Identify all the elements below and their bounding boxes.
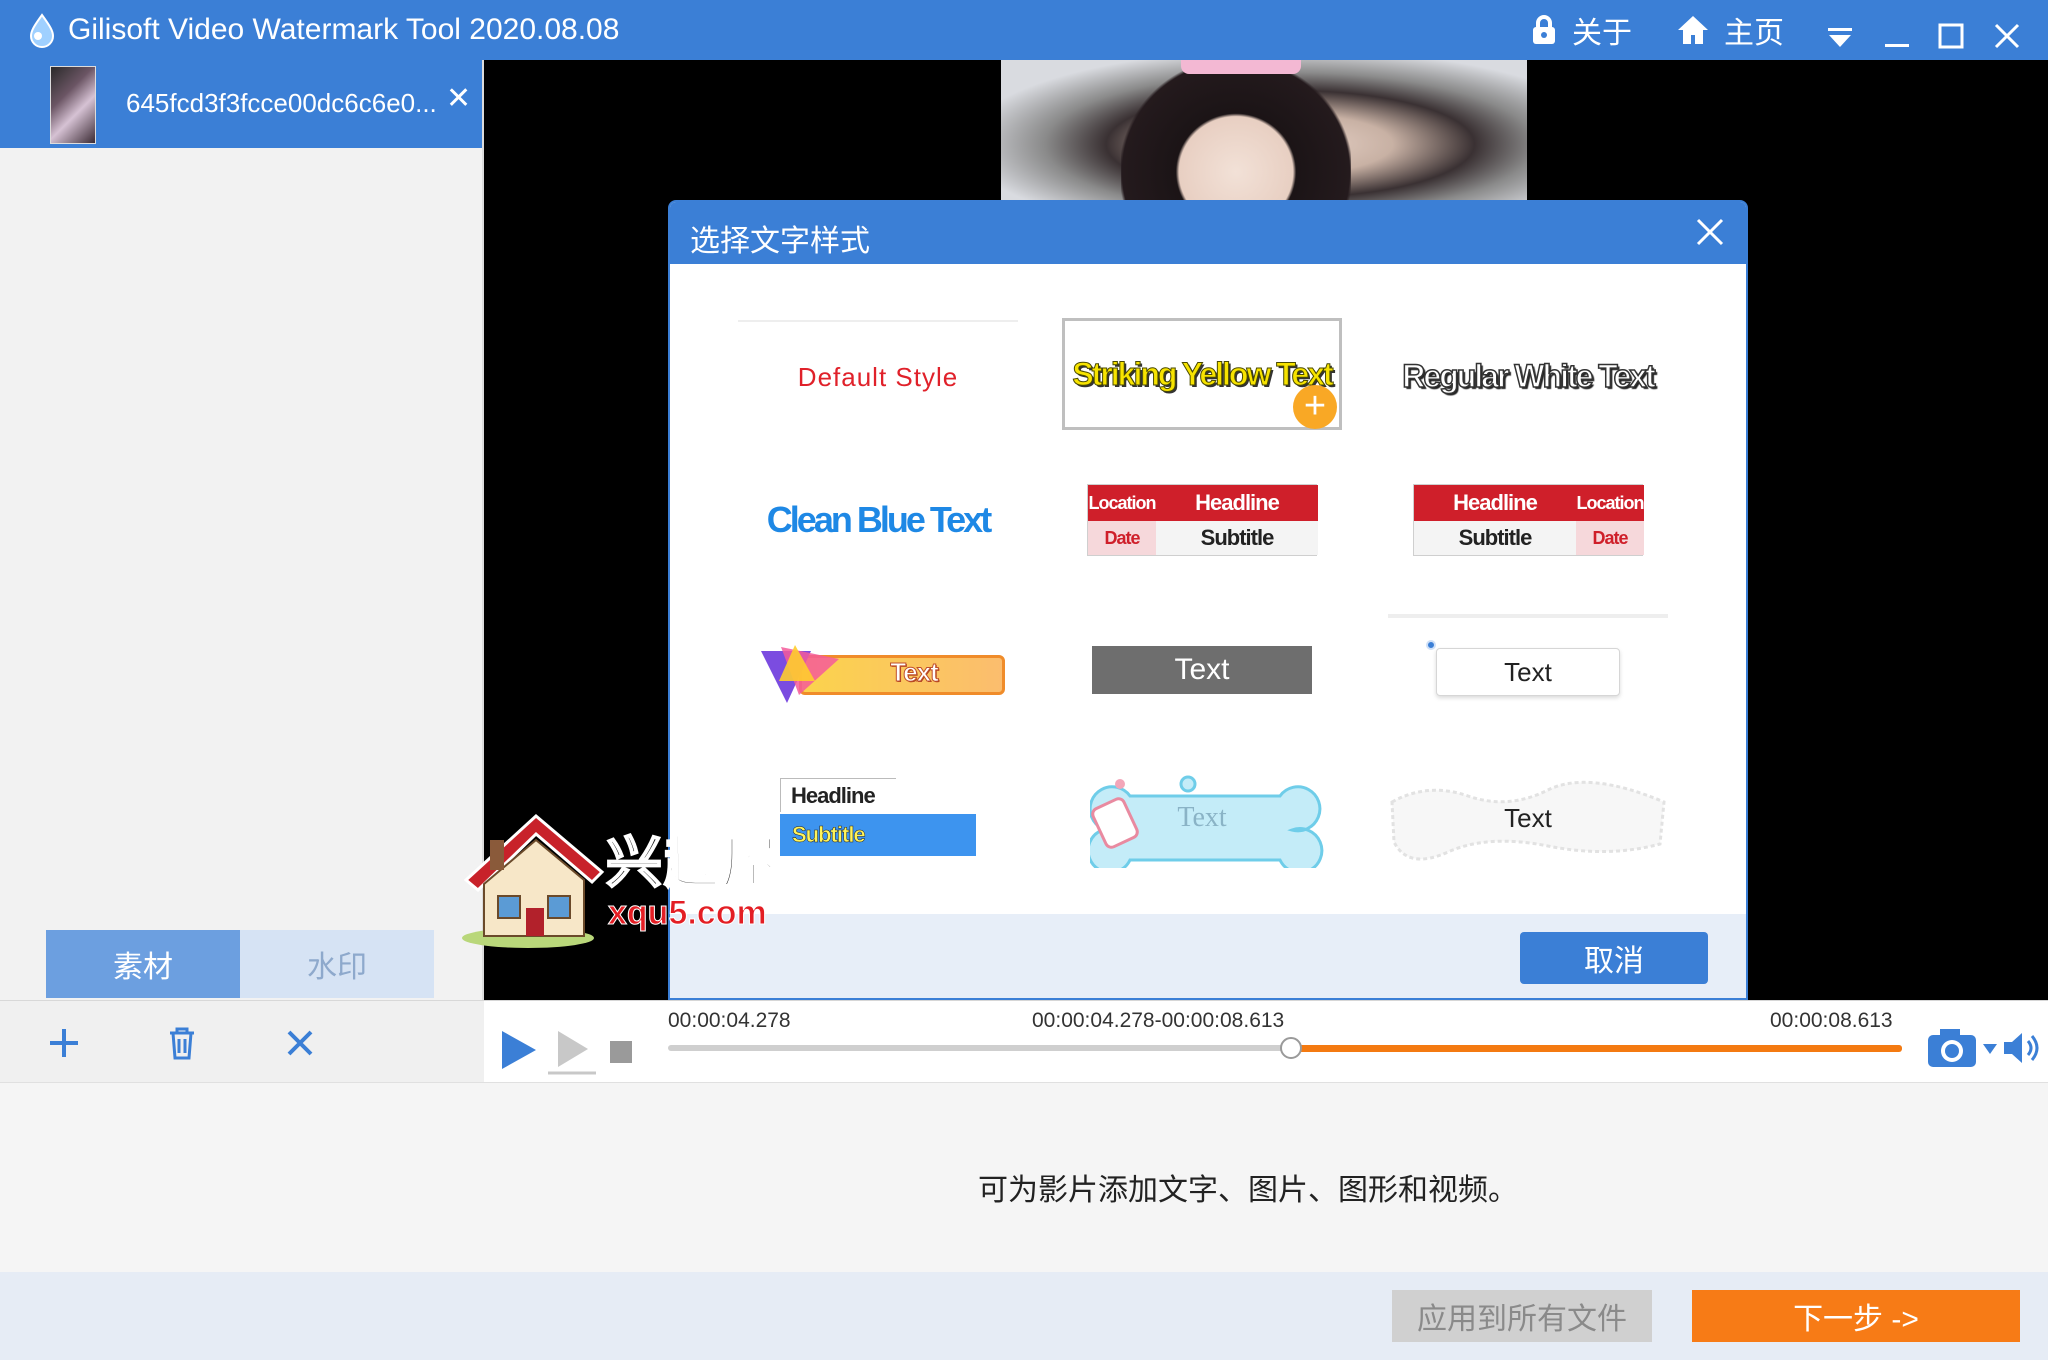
lock-icon bbox=[1533, 15, 1555, 44]
timeline-bar: 00:00:04.278 00:00:04.278-00:00:08.613 0… bbox=[484, 1000, 2048, 1082]
site-watermark-logo: 兴趣屋 xqu5.com bbox=[456, 810, 796, 950]
footer-bar: 应用到所有文件 下一步 -> bbox=[0, 1272, 2048, 1360]
lower-b-location: Location bbox=[1576, 485, 1645, 521]
style-bone[interactable]: Text bbox=[1062, 762, 1342, 874]
tab-materials[interactable]: 素材 bbox=[46, 930, 240, 998]
style-striking-yellow[interactable]: Striking Yellow Text + bbox=[1062, 318, 1342, 430]
play-icon[interactable] bbox=[498, 1029, 538, 1071]
lower-b-date: Date bbox=[1576, 521, 1644, 555]
home-button[interactable]: 主页 bbox=[1676, 10, 1784, 50]
style-regular-white[interactable]: Regular White Text bbox=[1388, 320, 1668, 432]
style-gradient-banner[interactable]: Text bbox=[738, 614, 1028, 726]
camera-dropdown-icon[interactable] bbox=[1982, 1043, 1998, 1055]
lower-b-headline: Headline bbox=[1414, 485, 1576, 521]
window-title: Gilisoft Video Watermark Tool 2020.08.08 bbox=[68, 13, 620, 46]
style-yellow-label: Striking Yellow Text bbox=[1072, 355, 1334, 392]
play-segment-icon[interactable] bbox=[546, 1029, 598, 1075]
video-subject bbox=[1121, 60, 1351, 200]
title-bar: Gilisoft Video Watermark Tool 2020.08.08… bbox=[0, 0, 2048, 60]
end-time: 00:00:08.613 bbox=[1770, 1009, 1893, 1032]
hs-headline: Headline bbox=[780, 778, 896, 812]
headline-subtitle-preview: Headline Subtitle bbox=[780, 778, 976, 858]
text-style-dialog: 选择文字样式 Default Style Striking Yellow Tex… bbox=[668, 200, 1748, 1000]
lower-third-a-preview: Location Headline Date Subtitle bbox=[1087, 484, 1318, 556]
timeline-playhead-handle[interactable] bbox=[1280, 1037, 1302, 1059]
bone-text: Text bbox=[1177, 802, 1227, 833]
hs-subtitle: Subtitle bbox=[780, 814, 976, 856]
selected-range-time: 00:00:04.278-00:00:08.613 bbox=[1032, 1009, 1285, 1032]
bubble-text: Text bbox=[1436, 648, 1620, 696]
start-time: 00:00:04.278 bbox=[668, 1009, 791, 1032]
timeline-selected-range bbox=[1292, 1045, 1902, 1052]
remove-file-icon[interactable]: ✕ bbox=[446, 84, 471, 114]
add-icon[interactable] bbox=[44, 1023, 84, 1063]
style-blue-label: Clean Blue Text bbox=[766, 499, 992, 540]
file-list-panel: 645fcd3f3fcce00dc6c6e0... ✕ bbox=[0, 60, 484, 1000]
style-default[interactable]: Default Style bbox=[738, 320, 1018, 432]
about-label: 关于 bbox=[1572, 17, 1632, 50]
maximize-icon[interactable] bbox=[1938, 16, 1964, 56]
style-default-label: Default Style bbox=[797, 361, 959, 392]
file-name: 645fcd3f3fcce00dc6c6e0... bbox=[126, 88, 437, 118]
watermark-site-url: xqu5.com bbox=[608, 894, 768, 933]
dialog-title-bar: 选择文字样式 bbox=[670, 202, 1746, 264]
home-icon bbox=[1678, 16, 1708, 44]
apply-to-all-button[interactable]: 应用到所有文件 bbox=[1392, 1290, 1652, 1342]
about-button[interactable]: 关于 bbox=[1530, 10, 1632, 50]
next-step-button[interactable]: 下一步 -> bbox=[1692, 1290, 2020, 1342]
close-window-icon[interactable] bbox=[1994, 16, 2020, 56]
lower-third-b-preview: Headline Location Subtitle Date bbox=[1413, 484, 1645, 556]
clear-icon[interactable] bbox=[280, 1023, 320, 1063]
gradient-banner-text: Text bbox=[890, 657, 940, 688]
style-lower-third-a[interactable]: Location Headline Date Subtitle bbox=[1062, 464, 1342, 576]
video-bow bbox=[1181, 60, 1301, 74]
gray-box-text: Text bbox=[1092, 646, 1312, 694]
video-thumbnail bbox=[50, 66, 96, 144]
file-toolbar bbox=[0, 1000, 484, 1082]
video-frame bbox=[1001, 60, 1527, 200]
gradient-banner-preview: Text bbox=[759, 645, 1007, 703]
lower-a-headline: Headline bbox=[1156, 485, 1318, 521]
bubble-dot-icon bbox=[1426, 640, 1436, 650]
lower-a-subtitle: Subtitle bbox=[1156, 521, 1318, 555]
style-brush[interactable]: Text bbox=[1388, 762, 1668, 874]
style-bubble[interactable]: Text bbox=[1388, 614, 1668, 726]
dropdown-menu-icon[interactable] bbox=[1826, 18, 1854, 58]
triangle-decor-icon bbox=[761, 645, 839, 703]
lower-a-location: Location bbox=[1088, 485, 1157, 521]
add-style-icon[interactable]: + bbox=[1293, 385, 1337, 429]
style-white-label: Regular White Text bbox=[1402, 357, 1657, 395]
minimize-icon[interactable] bbox=[1884, 18, 1910, 58]
watermark-site-name: 兴趣屋 bbox=[605, 830, 780, 895]
style-clean-blue[interactable]: Clean Blue Text bbox=[738, 464, 1018, 576]
dialog-title: 选择文字样式 bbox=[690, 225, 870, 258]
trash-icon[interactable] bbox=[162, 1023, 202, 1063]
style-lower-third-b[interactable]: Headline Location Subtitle Date bbox=[1388, 464, 1668, 576]
stop-icon[interactable] bbox=[608, 1039, 634, 1065]
house-logo-icon bbox=[462, 814, 605, 948]
dialog-close-icon[interactable] bbox=[1694, 216, 1726, 248]
volume-icon[interactable] bbox=[2002, 1031, 2042, 1065]
lower-a-date: Date bbox=[1088, 521, 1156, 555]
tab-watermark[interactable]: 水印 bbox=[240, 930, 434, 998]
app-logo-icon bbox=[29, 13, 55, 48]
brush-text: Text bbox=[1504, 802, 1552, 833]
lower-b-subtitle: Subtitle bbox=[1414, 521, 1576, 555]
info-message: 可为影片添加文字、图片、图形和视频。 bbox=[978, 1174, 1518, 1207]
home-label: 主页 bbox=[1724, 17, 1784, 50]
file-list-item[interactable]: 645fcd3f3fcce00dc6c6e0... ✕ bbox=[0, 60, 482, 148]
camera-icon[interactable] bbox=[1926, 1027, 1978, 1069]
style-gray-box[interactable]: Text bbox=[1062, 614, 1342, 726]
info-area: 可为影片添加文字、图片、图形和视频。 bbox=[0, 1082, 2048, 1272]
cancel-button[interactable]: 取消 bbox=[1520, 932, 1708, 984]
